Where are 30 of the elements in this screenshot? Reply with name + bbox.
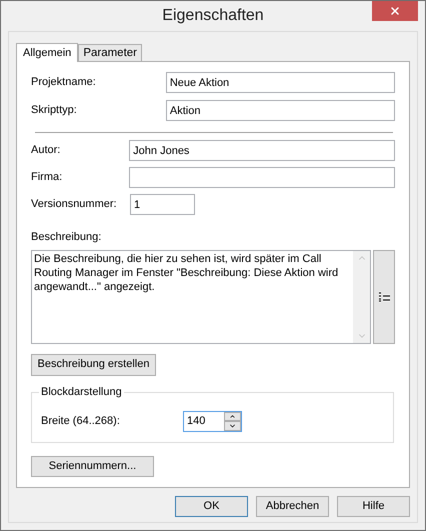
list-icon xyxy=(378,292,390,302)
dialog-button[interactable]: OK xyxy=(175,496,248,517)
field-label: Versionsnummer: xyxy=(31,197,118,212)
text-field[interactable]: John Jones xyxy=(129,140,395,161)
field-label: Autor: xyxy=(31,143,62,158)
field-label: Breite (64..268): xyxy=(41,414,121,429)
serial-numbers-button[interactable]: Seriennummern... xyxy=(31,456,154,476)
field-label: Firma: xyxy=(31,170,64,186)
tab[interactable]: Parameter xyxy=(78,44,142,61)
text-field[interactable]: Aktion xyxy=(166,100,395,121)
create-description-button[interactable]: Beschreibung erstellen xyxy=(31,354,156,376)
close-button[interactable] xyxy=(372,1,418,21)
spin-value: 140 xyxy=(186,414,206,428)
edit-description-button[interactable] xyxy=(373,250,395,344)
dialog-button[interactable]: Abbrechen xyxy=(256,496,329,517)
spin-down-icon[interactable] xyxy=(224,420,241,430)
window-title: Eigenschaften xyxy=(162,6,264,26)
tab[interactable]: Allgemein xyxy=(16,43,78,62)
description-field[interactable]: Die Beschreibung, die hier zu sehen ist, wird später im Call Routing Manager im Fenster "Beschreibung: Diese Aktion wird angewandt..." angezeigt. xyxy=(31,250,372,344)
description-label: Beschreibung: xyxy=(31,230,102,245)
text-field[interactable] xyxy=(129,167,395,188)
text-field[interactable]: Neue Aktion xyxy=(166,72,395,93)
text-field[interactable]: 1 xyxy=(130,194,195,215)
description-text: Die Beschreibung, die hier zu sehen ist, wird später im Call Routing Manager im Fenster "Beschreibung: Diese Aktion wird angewandt..." angezeigt. xyxy=(33,252,340,294)
dialog-button[interactable]: Hilfe xyxy=(337,496,410,517)
spin-field[interactable]: 140 xyxy=(183,410,242,432)
spin-up-icon[interactable] xyxy=(224,412,241,420)
close-icon xyxy=(389,5,401,17)
field-label: Projektname: xyxy=(31,75,97,90)
field-label: Skripttyp: xyxy=(31,103,78,118)
